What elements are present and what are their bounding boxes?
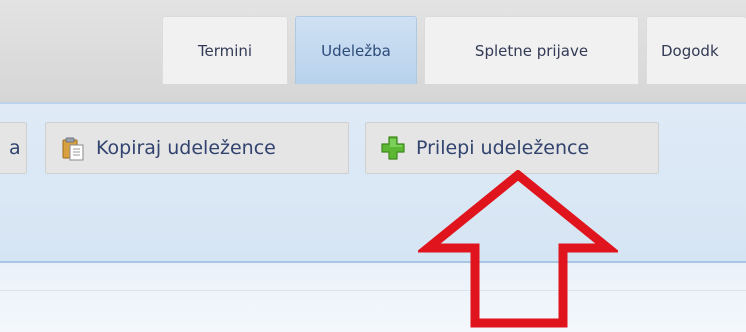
- paste-attendees-button[interactable]: Prilepi udeležence: [365, 122, 659, 174]
- partial-button-label: a: [9, 137, 21, 159]
- green-plus-icon: [381, 136, 405, 160]
- divider: [0, 261, 746, 263]
- red-arrow-annotation: [418, 170, 618, 328]
- divider: [0, 290, 746, 291]
- copy-attendees-button[interactable]: Kopiraj udeležence: [45, 122, 349, 174]
- tab-udelezba[interactable]: Udeležba: [295, 16, 417, 84]
- partial-toolbar-button[interactable]: a: [0, 122, 27, 174]
- top-navigation-bar: Termini Udeležba Spletne prijave Dogodk: [0, 0, 746, 104]
- paste-attendees-label: Prilepi udeležence: [416, 137, 590, 159]
- tab-termini[interactable]: Termini: [162, 16, 288, 84]
- clipboard-copy-icon: [62, 137, 84, 161]
- tab-spletne-prijave[interactable]: Spletne prijave: [424, 16, 639, 84]
- content-area: [0, 262, 746, 332]
- tab-dogodki[interactable]: Dogodk: [646, 16, 746, 84]
- copy-attendees-label: Kopiraj udeležence: [96, 137, 276, 159]
